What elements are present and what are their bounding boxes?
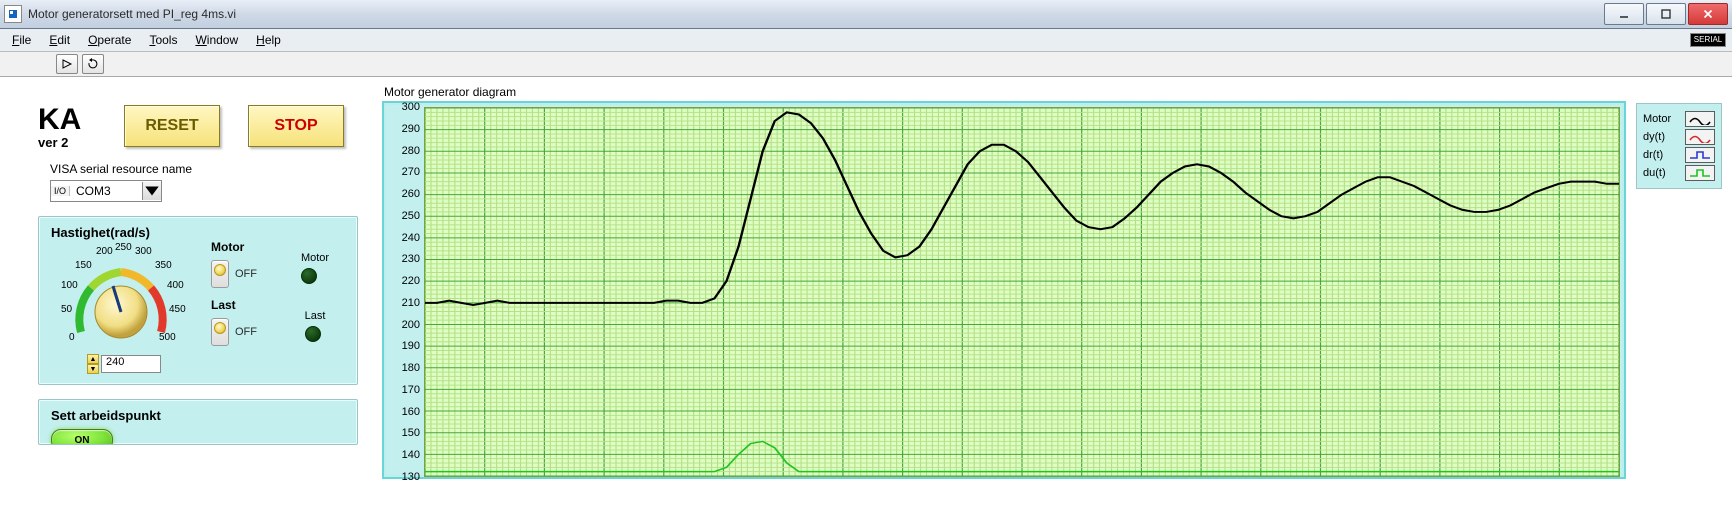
y-tick: 170: [402, 384, 420, 396]
last-toggle[interactable]: [211, 318, 229, 346]
y-tick: 230: [402, 253, 420, 265]
motor-switch-label: Motor: [211, 240, 257, 254]
menu-operate[interactable]: Operate: [82, 31, 137, 49]
tick-300: 300: [135, 246, 152, 257]
speed-value-input[interactable]: 240: [101, 355, 161, 373]
legend-swatch: [1685, 147, 1715, 163]
serial-test-indicator: SERIAL: [1690, 33, 1726, 47]
y-tick: 240: [402, 232, 420, 244]
tick-50: 50: [61, 304, 72, 315]
y-tick: 280: [402, 145, 420, 157]
last-led: [305, 326, 321, 342]
y-tick: 190: [402, 340, 420, 352]
sett-title: Sett arbeidspunkt: [51, 408, 345, 423]
legend-label: Motor: [1643, 113, 1671, 125]
tick-0: 0: [69, 332, 75, 343]
motor-led-label: Motor: [301, 252, 329, 264]
visa-label: VISA serial resource name: [50, 162, 370, 176]
chart-plot-area[interactable]: [424, 107, 1620, 477]
tick-100: 100: [61, 280, 78, 291]
y-tick: 260: [402, 188, 420, 200]
app-name: KA: [38, 105, 96, 135]
last-off-text: OFF: [235, 326, 257, 338]
sett-arbeidspunkt-panel: Sett arbeidspunkt ON: [38, 399, 358, 445]
legend-row-dut[interactable]: du(t): [1643, 164, 1715, 182]
motor-toggle[interactable]: [211, 260, 229, 288]
arrow-down-icon[interactable]: ▼: [87, 364, 99, 374]
y-tick: 200: [402, 319, 420, 331]
legend-swatch: [1685, 111, 1715, 127]
hastighet-title: Hastighet(rad/s): [51, 225, 345, 240]
tick-400: 400: [167, 280, 184, 291]
chart-legend: Motor dy(t) dr(t) du(t): [1636, 103, 1722, 189]
tick-350: 350: [155, 260, 172, 271]
trace-du(t): [425, 441, 1619, 471]
y-tick: 140: [402, 449, 420, 461]
run-arrow-button[interactable]: [56, 54, 78, 74]
legend-row-dyt[interactable]: dy(t): [1643, 128, 1715, 146]
window-minimize-button[interactable]: [1604, 3, 1644, 25]
legend-label: dr(t): [1643, 149, 1663, 161]
legend-label: dy(t): [1643, 131, 1665, 143]
speed-knob[interactable]: 0 50 100 150 200 250 300 350 400 450 500: [51, 240, 191, 350]
tick-200: 200: [96, 246, 113, 257]
toolbar: [0, 52, 1732, 77]
menu-window[interactable]: Window: [189, 31, 244, 49]
y-tick: 290: [402, 123, 420, 135]
menu-help[interactable]: Help: [250, 31, 287, 49]
legend-label: du(t): [1643, 167, 1666, 179]
tick-250: 250: [115, 242, 132, 253]
legend-row-drt[interactable]: dr(t): [1643, 146, 1715, 164]
menu-tools[interactable]: Tools: [143, 31, 183, 49]
y-tick: 210: [402, 297, 420, 309]
window-close-button[interactable]: [1688, 3, 1728, 25]
y-tick: 130: [402, 471, 420, 483]
chevron-down-icon[interactable]: [142, 182, 161, 200]
hastighet-panel: Hastighet(rad/s): [38, 216, 358, 385]
trace-Motor: [425, 112, 1619, 305]
chart-y-axis: 3002902802702602502402302202102001901801…: [388, 107, 424, 477]
chart-title: Motor generator diagram: [384, 85, 1626, 99]
y-tick: 220: [402, 275, 420, 287]
y-tick: 270: [402, 166, 420, 178]
stop-button[interactable]: STOP: [248, 105, 344, 147]
legend-swatch: [1685, 165, 1715, 181]
visa-port-value: COM3: [70, 184, 142, 198]
visa-port-select[interactable]: I/O COM3: [50, 180, 162, 202]
menu-edit[interactable]: Edit: [43, 31, 76, 49]
y-tick: 160: [402, 406, 420, 418]
tick-150: 150: [75, 260, 92, 271]
window-titlebar: Motor generatorsett med PI_reg 4ms.vi: [0, 0, 1732, 29]
y-tick: 300: [402, 101, 420, 113]
last-led-label: Last: [305, 310, 326, 322]
reset-button[interactable]: RESET: [124, 105, 220, 147]
legend-row-motor[interactable]: Motor: [1643, 110, 1715, 128]
app-version: ver 2: [38, 135, 96, 150]
menu-file[interactable]: File: [6, 31, 37, 49]
tick-500: 500: [159, 332, 176, 343]
y-tick: 250: [402, 210, 420, 222]
speed-spinner[interactable]: ▲ ▼: [87, 354, 99, 374]
sett-on-button[interactable]: ON: [51, 429, 113, 445]
menubar: File Edit Operate Tools Window Help SERIAL: [0, 29, 1732, 52]
y-tick: 180: [402, 362, 420, 374]
motor-off-text: OFF: [235, 268, 257, 280]
arrow-up-icon[interactable]: ▲: [87, 354, 99, 364]
window-title: Motor generatorsett med PI_reg 4ms.vi: [28, 7, 1596, 21]
app-icon: [4, 5, 22, 23]
window-maximize-button[interactable]: [1646, 3, 1686, 25]
legend-swatch: [1685, 129, 1715, 145]
y-tick: 150: [402, 427, 420, 439]
io-icon: I/O: [51, 186, 70, 196]
chart-container: 300 290 280 270 260 250 240 230 220 210 200 190 180 1…: [382, 101, 1626, 479]
tick-450: 450: [169, 304, 186, 315]
last-switch-label: Last: [211, 298, 257, 312]
run-continuous-button[interactable]: [82, 54, 104, 74]
motor-led: [301, 268, 317, 284]
